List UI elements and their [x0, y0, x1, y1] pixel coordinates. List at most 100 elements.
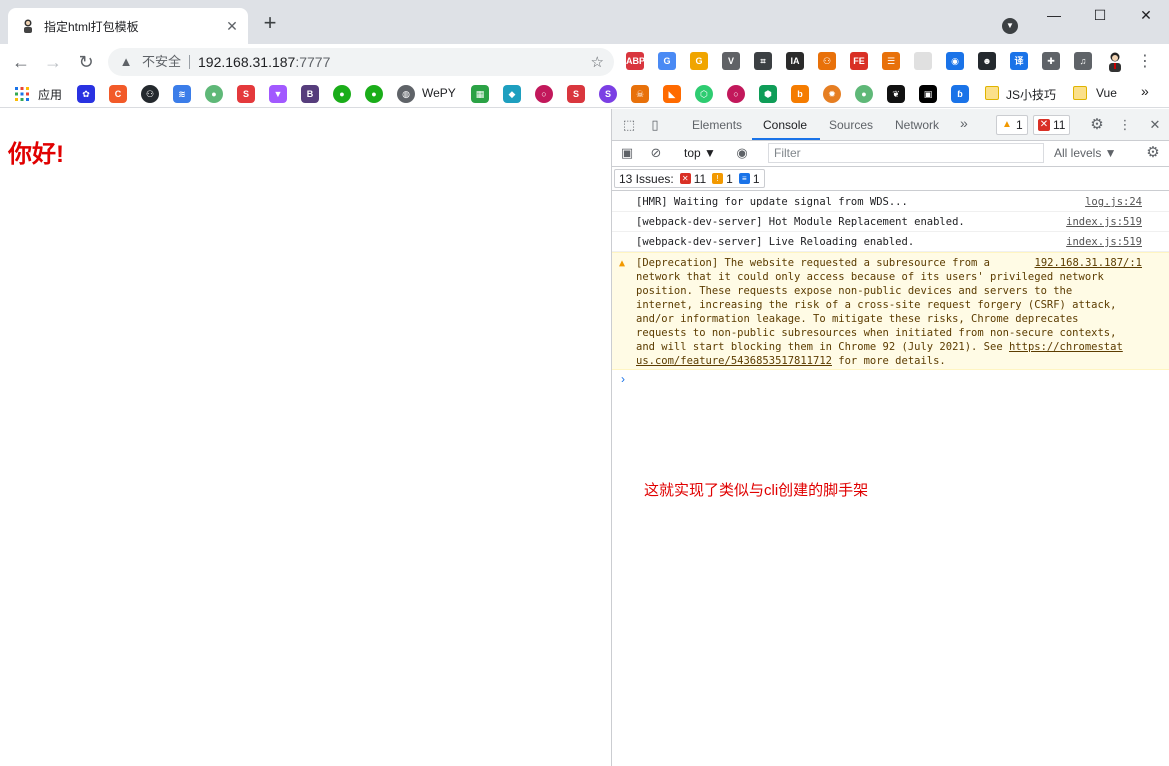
octotree-extension-icon[interactable]: ☻ — [978, 52, 996, 70]
devtools-menu-icon[interactable]: ⋮ — [1117, 117, 1133, 133]
bookmark-folder-vue[interactable]: Vue — [1096, 86, 1117, 100]
log-levels-dropdown[interactable]: All levels ▼ — [1054, 146, 1117, 160]
tab-close-icon[interactable]: ✕ — [224, 18, 240, 34]
menu-kebab-icon[interactable]: ⋮ — [1133, 50, 1157, 74]
close-window-button[interactable]: ✕ — [1123, 4, 1169, 26]
context-selector[interactable]: top ▼ — [684, 146, 716, 160]
wechat-alt-icon[interactable]: ● — [365, 85, 383, 103]
playlist-extension-icon[interactable]: ♫ — [1074, 52, 1092, 70]
minimize-button[interactable]: — — [1031, 4, 1077, 26]
grid-app-icon[interactable]: ▦ — [471, 85, 489, 103]
issues-button[interactable]: 13 Issues: ✕ 11 ! 1 ≡ 1 — [614, 169, 765, 188]
back-button[interactable]: ← — [9, 50, 33, 74]
bookmark-apps[interactable]: 应用 — [38, 86, 62, 103]
colorpicker-extension-icon[interactable]: ◉ — [946, 52, 964, 70]
network-extension-icon[interactable]: ⚇ — [818, 52, 836, 70]
warning-line: and will start blocking them in Chrome 9… — [636, 341, 1009, 353]
reload-button[interactable]: ↻ — [74, 50, 98, 74]
clear-console-icon[interactable]: ⊘ — [648, 145, 664, 161]
bookmark-code-icon[interactable]: ⬢ — [759, 85, 777, 103]
warnings-badge[interactable]: ▲ 1 — [996, 115, 1028, 135]
tab-search-icon[interactable]: ▼ — [1002, 18, 1018, 34]
active-tab-indicator — [752, 138, 820, 140]
csdn-icon[interactable]: C — [109, 85, 127, 103]
sidebar-toggle-icon[interactable]: ▣ — [619, 145, 635, 161]
console-message-source[interactable]: log.js:24 — [1085, 195, 1142, 209]
bookmark-leaf-icon[interactable]: ❦ — [887, 85, 905, 103]
fe-extension-icon[interactable]: FE — [850, 52, 868, 70]
console-message-text: [webpack-dev-server] Live Reloading enab… — [636, 236, 915, 248]
globe-icon[interactable]: ◍ — [397, 85, 415, 103]
screenshot-extension-icon[interactable]: ⌗ — [754, 52, 772, 70]
errors-badge[interactable]: ✕ 11 — [1033, 115, 1071, 135]
bookmark-blue-b-icon[interactable]: ɓ — [951, 85, 969, 103]
warning-link-part1[interactable]: https://chromestat — [1009, 341, 1123, 353]
blank-extension-icon[interactable] — [914, 52, 932, 70]
new-tab-button[interactable]: + — [258, 12, 282, 36]
ia-extension-icon[interactable]: IA — [786, 52, 804, 70]
bookmark-hex-icon[interactable]: ⬡ — [695, 85, 713, 103]
yi-extension-icon[interactable]: 译 — [1010, 52, 1028, 70]
url-host[interactable]: 192.168.31.187 — [198, 54, 295, 70]
settings-gear-icon[interactable]: ⚙ — [1089, 117, 1105, 133]
bookmark-purple-icon[interactable]: S — [599, 85, 617, 103]
console-settings-gear-icon[interactable]: ⚙ — [1145, 145, 1161, 161]
bookmark-red-icon[interactable]: S — [237, 85, 255, 103]
bookmark-s-icon[interactable]: S — [567, 85, 585, 103]
profile-avatar[interactable] — [1104, 50, 1126, 72]
wechat-icon[interactable]: ● — [333, 85, 351, 103]
layers-icon[interactable]: ≋ — [173, 85, 191, 103]
live-expression-eye-icon[interactable]: ◉ — [734, 145, 750, 161]
puzzle-extension-icon[interactable]: ✚ — [1042, 52, 1060, 70]
bookmark-lion-icon[interactable]: ✹ — [823, 85, 841, 103]
tab-network[interactable]: Network — [895, 118, 939, 132]
github-icon[interactable]: ⚇ — [141, 85, 159, 103]
console-message-source[interactable]: index.js:519 — [1066, 235, 1142, 249]
console-prompt-icon[interactable]: › — [621, 372, 625, 386]
filter-input[interactable]: Filter — [768, 143, 1044, 163]
address-bar[interactable]: ▲ 不安全 192.168.31.187:7777 ☆ — [108, 48, 614, 76]
more-bookmarks-button[interactable]: » — [1141, 83, 1149, 99]
vue-devtools-extension-icon[interactable]: V — [722, 52, 740, 70]
tab-console[interactable]: Console — [763, 118, 807, 132]
warning-source[interactable]: 192.168.31.187/:1 — [1035, 256, 1142, 270]
apps-grid-icon[interactable] — [14, 86, 30, 102]
bookmark-b-icon[interactable]: b — [791, 85, 809, 103]
more-tabs-button[interactable]: » — [960, 115, 968, 131]
vite-icon[interactable]: ▼ — [269, 85, 287, 103]
bookmark-green-icon[interactable]: ● — [205, 85, 223, 103]
translate-extension-icon[interactable]: G — [658, 52, 676, 70]
url-port[interactable]: :7777 — [295, 54, 330, 70]
bootstrap-icon[interactable]: B — [301, 85, 319, 103]
baidu-icon[interactable]: ✿ — [77, 85, 95, 103]
reader-extension-icon[interactable]: ☰ — [882, 52, 900, 70]
browser-tab[interactable]: 指定html打包模板 ✕ — [8, 8, 248, 44]
maximize-button[interactable]: ☐ — [1077, 4, 1123, 26]
forward-button[interactable]: → — [41, 50, 65, 74]
warning-link-part2[interactable]: us.com/feature/5436853517811712 — [636, 355, 832, 367]
security-label[interactable]: 不安全 — [142, 55, 191, 69]
bookmark-green-alt-icon[interactable]: ● — [855, 85, 873, 103]
console-message-source[interactable]: index.js:519 — [1066, 215, 1142, 229]
page-heading: 你好! — [8, 141, 64, 168]
title-bar: 指定html打包模板 ✕ + ▼ — ☐ ✕ — [0, 0, 1169, 44]
tab-elements[interactable]: Elements — [692, 118, 742, 132]
warning-line: requests to non-public subresources when… — [636, 327, 1117, 339]
bookmark-flag-icon[interactable]: ◣ — [663, 85, 681, 103]
grammarly-extension-icon[interactable]: G — [690, 52, 708, 70]
abp-extension-icon[interactable]: ABP — [626, 52, 645, 70]
warning-triangle-icon[interactable]: ▲ — [118, 54, 134, 70]
bookmark-star-icon[interactable]: ☆ — [591, 53, 604, 71]
inspect-element-icon[interactable]: ⬚ — [621, 117, 637, 133]
device-toolbar-icon[interactable]: ▯ — [647, 117, 663, 133]
tab-sources[interactable]: Sources — [829, 118, 873, 132]
bookmark-wepy[interactable]: WePY — [422, 86, 456, 100]
close-devtools-icon[interactable]: ✕ — [1147, 117, 1163, 133]
bookmark-skull-icon[interactable]: ☠ — [631, 85, 649, 103]
bookmark-circle-icon[interactable]: ○ — [535, 85, 553, 103]
bookmark-ring-icon[interactable]: ○ — [727, 85, 745, 103]
bookmark-folder-jstips[interactable]: JS小技巧 — [1006, 86, 1056, 103]
stack-icon[interactable]: ◆ — [503, 85, 521, 103]
bookmark-box-icon[interactable]: ▣ — [919, 85, 937, 103]
issues-bar: 13 Issues: ✕ 11 ! 1 ≡ 1 — [612, 167, 1169, 191]
